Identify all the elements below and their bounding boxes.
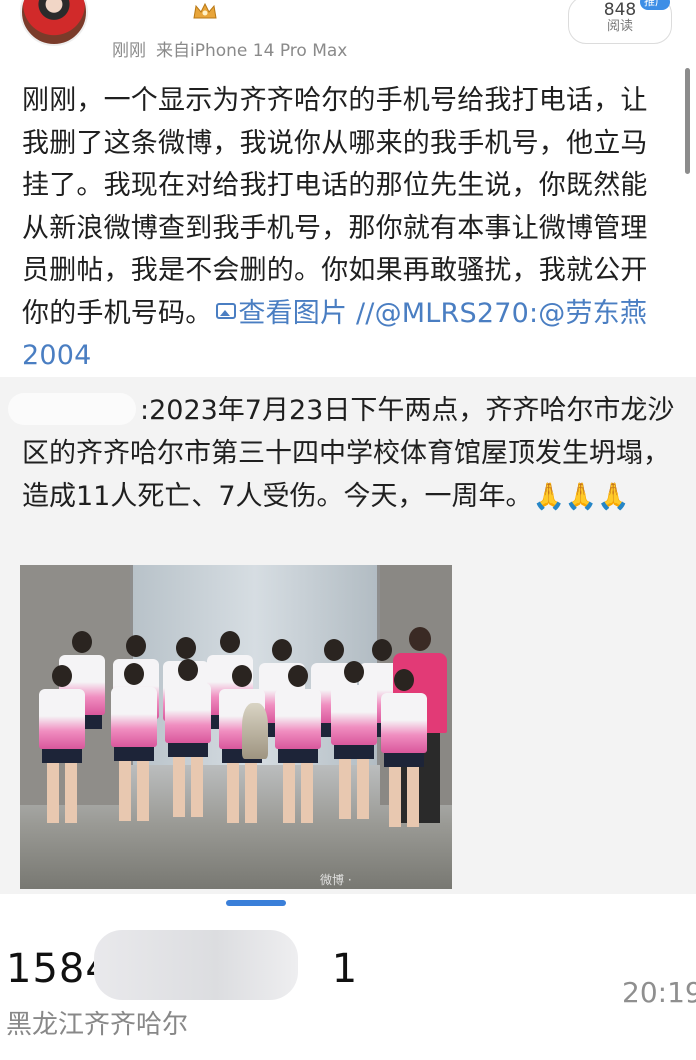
front-row-player [162,659,214,817]
post-time: 刚刚 [112,41,146,61]
image-icon [216,303,237,319]
post-source: 来自iPhone 14 Pro Max [156,41,348,61]
post-meta: 刚刚 来自iPhone 14 Pro Max [112,36,357,61]
promo-tag: 推广 [640,0,670,10]
post-header: 刚刚 来自iPhone 14 Pro Max 848 阅读 推广 [0,0,696,62]
team-photo[interactable]: 微博 · [20,565,452,889]
trophy [242,703,268,759]
call-time: 20:19 [622,976,696,1009]
folded-hands-icon: 🙏🙏🙏 [532,482,630,512]
read-count-label: 阅读 [606,19,633,34]
front-row-player [36,665,88,823]
repost-body: :2023年7月23日下午两点，齐齐哈尔市龙沙区的齐齐哈尔市第三十四中学校体育馆… [22,389,678,519]
front-row-player [108,663,160,821]
front-row-player [378,669,430,827]
scrollbar[interactable] [685,68,690,174]
caller-info[interactable]: 1584 1 黑龙江齐齐哈尔 20:19 [0,910,696,1060]
photo-watermark: 微博 · [320,873,352,887]
crown-badge-icon [193,2,217,19]
post-text: 刚刚，一个显示为齐齐哈尔的手机号给我打电话，让我删了这条微博，我说你从哪来的我手… [22,85,648,329]
redacted-phone-digits [94,930,298,1000]
tab-indicator [226,900,286,906]
reposted-card[interactable]: :2023年7月23日下午两点，齐齐哈尔市龙沙区的齐齐哈尔市第三十四中学校体育馆… [0,377,696,894]
post-body: 刚刚，一个显示为齐齐哈尔的手机号给我打电话，让我删了这条微博，我说你从哪来的我手… [22,80,672,378]
front-row-player [272,665,324,823]
front-row-player [328,661,380,819]
view-image-link[interactable]: 查看图片 [212,298,347,329]
user-avatar[interactable] [20,0,88,46]
caller-location: 黑龙江齐齐哈尔 [6,1010,189,1040]
